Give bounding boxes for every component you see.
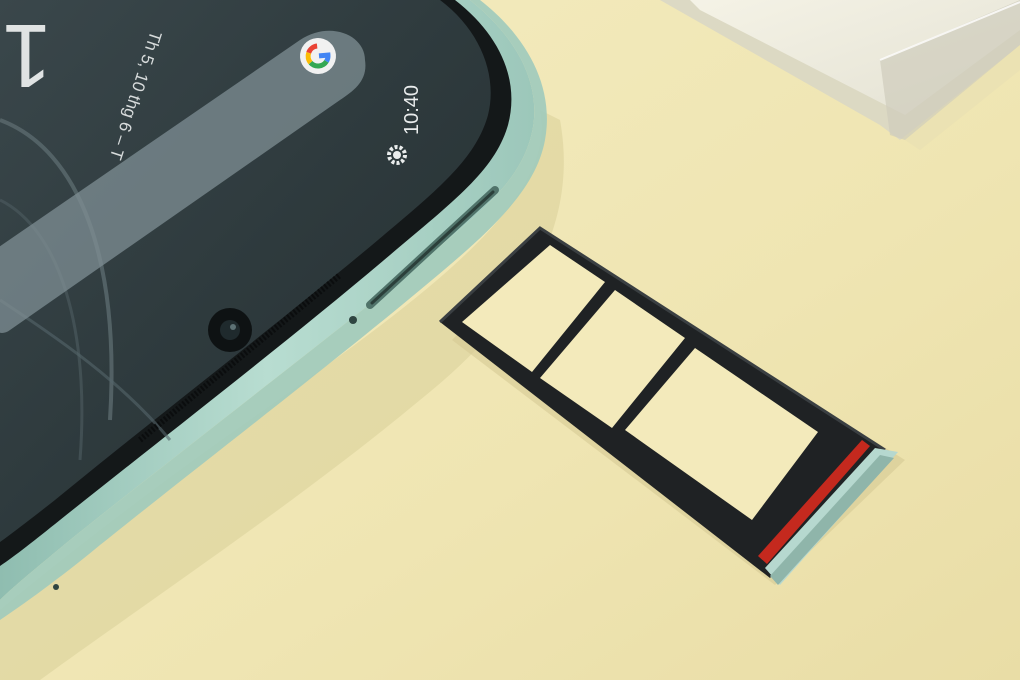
front-camera-icon <box>208 308 252 352</box>
sim-eject-hole <box>349 316 357 324</box>
product-photo: 10:40 10 Th 5, 10 thg 6 – T <box>0 0 1020 680</box>
home-clock: 10 <box>0 5 52 105</box>
status-time: 10:40 <box>401 85 423 135</box>
microphone-hole <box>53 584 59 590</box>
